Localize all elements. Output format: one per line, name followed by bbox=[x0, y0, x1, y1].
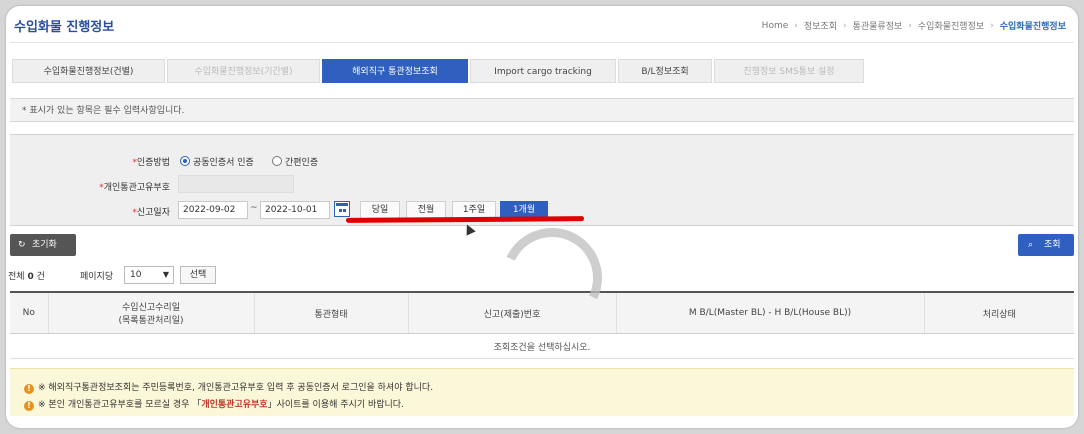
page-title: 수입화물 진행정보 bbox=[14, 20, 115, 35]
search-icon: ⌕ bbox=[1028, 240, 1034, 250]
col-acceptance-date: 수입신고수리일 (목록통관처리일) bbox=[47, 291, 254, 334]
radio-checked-icon[interactable] bbox=[180, 156, 190, 166]
alert-line-2: ! ※ 본인 개인통관고유부호를 모르실 경우 「개인통관고유부호」사이트를 이용… bbox=[24, 397, 404, 411]
radio-unchecked-icon[interactable] bbox=[272, 156, 282, 166]
required-notice: * 표시가 있는 항목은 필수 입력사항입니다. bbox=[10, 98, 1074, 122]
auth-option-simple[interactable]: 간편인증 bbox=[272, 155, 318, 168]
warning-icon: ! bbox=[24, 384, 34, 394]
pccc-site-link[interactable]: 개인통관고유부호 bbox=[201, 400, 267, 410]
total-count: 전체 0 건 bbox=[8, 272, 45, 282]
chevron-right-icon: › bbox=[794, 20, 798, 31]
title-divider bbox=[10, 42, 1074, 43]
breadcrumb-item[interactable]: 통관물류정보 bbox=[853, 19, 903, 32]
pccc-label: *개인통관고유부호 bbox=[99, 183, 170, 193]
search-form: *인증방법 공동인증서 인증 간편인증 *개인통관고유부호 *신고일자 2022… bbox=[10, 134, 1074, 226]
calendar-icon[interactable] bbox=[334, 201, 350, 217]
search-button[interactable]: ⌕ 조회 bbox=[1018, 234, 1074, 256]
reset-button[interactable]: ↻ 초기화 bbox=[10, 234, 76, 256]
auth-option-cert[interactable]: 공동인증서 인증 bbox=[180, 155, 254, 168]
pccc-input[interactable] bbox=[178, 175, 294, 193]
breadcrumb: Home › 정보조회 › 통관물류정보 › 수입화물진행정보 › 수입화물진행정보 bbox=[762, 19, 1066, 33]
app-window: 수입화물 진행정보 Home › 정보조회 › 통관물류정보 › 수입화물진행정보 › … bbox=[6, 6, 1078, 428]
tab-cargo-by-period[interactable]: 수입화물진행정보(기간별) bbox=[167, 59, 320, 83]
col-status: 처리상태 bbox=[923, 291, 1074, 334]
tab-import-cargo-tracking[interactable]: Import cargo tracking bbox=[470, 59, 616, 83]
tab-cargo-by-case[interactable]: 수입화물진행정보(건별) bbox=[12, 59, 165, 83]
tab-bl-info[interactable]: B/L정보조회 bbox=[618, 59, 712, 83]
refresh-icon: ↻ bbox=[18, 240, 26, 250]
chevron-right-icon: › bbox=[842, 20, 847, 31]
empty-message: 조회조건을 선택하십시오. bbox=[10, 333, 1074, 359]
date-range-separator: ~ bbox=[250, 203, 258, 213]
col-no: No bbox=[10, 291, 48, 334]
warning-icon: ! bbox=[24, 401, 34, 411]
chevron-right-icon: › bbox=[908, 20, 912, 31]
tab-sms-notification[interactable]: 진행정보 SMS통보 설정 bbox=[714, 59, 864, 83]
breadcrumb-item[interactable]: 수입화물진행정보 bbox=[918, 19, 984, 32]
col-bl-number: M B/L(Master BL) - H B/L(House BL)) bbox=[615, 291, 924, 334]
per-page-select[interactable]: 10 ▼ bbox=[124, 266, 174, 284]
date-from-input[interactable]: 2022-09-02 bbox=[178, 201, 248, 219]
auth-method-label: *인증방법 bbox=[132, 158, 170, 168]
report-date-label: *신고일자 bbox=[132, 208, 170, 218]
date-to-input[interactable]: 2022-10-01 bbox=[260, 201, 330, 219]
info-alert-box: ! ※ 해외직구통관정보조회는 주민등록번호, 개인통관고유부호 입력 후 공동인… bbox=[10, 368, 1074, 416]
breadcrumb-home[interactable]: Home bbox=[762, 21, 789, 31]
chevron-down-icon: ▼ bbox=[162, 270, 169, 279]
apply-per-page-button[interactable]: 선택 bbox=[180, 266, 216, 284]
per-page-label: 페이지당 bbox=[80, 272, 114, 282]
tab-overseas-direct-purchase[interactable]: 해외직구 통관정보조회 bbox=[322, 59, 468, 83]
col-clearance-type: 통관형태 bbox=[253, 291, 408, 334]
breadcrumb-item[interactable]: 정보조회 bbox=[804, 19, 837, 32]
breadcrumb-current: 수입화물진행정보 bbox=[999, 22, 1066, 32]
tab-bar: 수입화물진행정보(건별) 수입화물진행정보(기간별) 해외직구 통관정보조회 I… bbox=[12, 59, 864, 83]
chevron-right-icon: › bbox=[990, 20, 994, 31]
period-today-button[interactable]: 당일 bbox=[360, 201, 400, 219]
alert-line-1: ! ※ 해외직구통관정보조회는 주민등록번호, 개인통관고유부호 입력 후 공동인… bbox=[24, 380, 433, 394]
col-acceptance-date-label: 수입신고수리일 (목록통관처리일) bbox=[118, 303, 184, 326]
